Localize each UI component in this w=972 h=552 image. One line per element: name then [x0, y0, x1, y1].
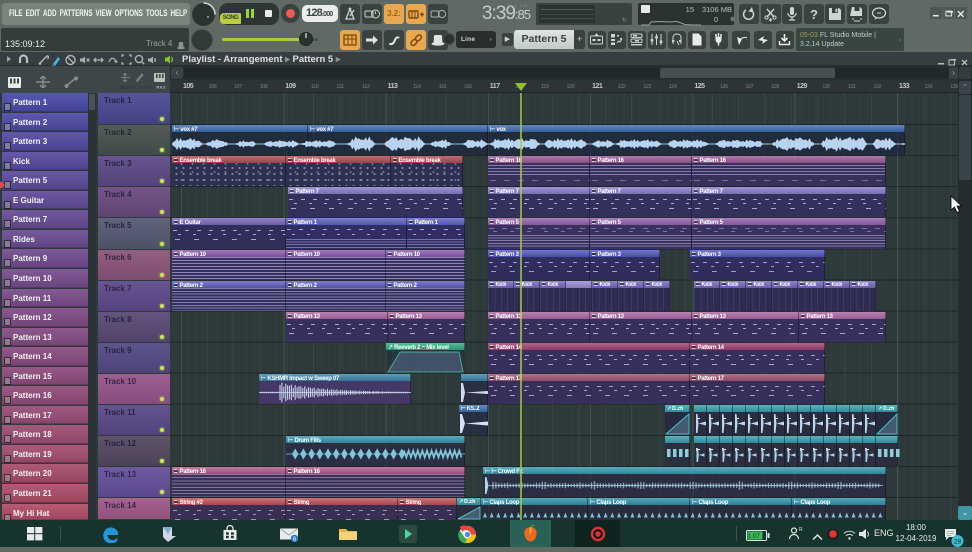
svg-text:28: 28 [954, 539, 962, 546]
svg-text:?: ? [810, 7, 818, 22]
svg-text:R: R [799, 527, 803, 533]
svg-text:1:07: 1:07 [748, 534, 760, 540]
